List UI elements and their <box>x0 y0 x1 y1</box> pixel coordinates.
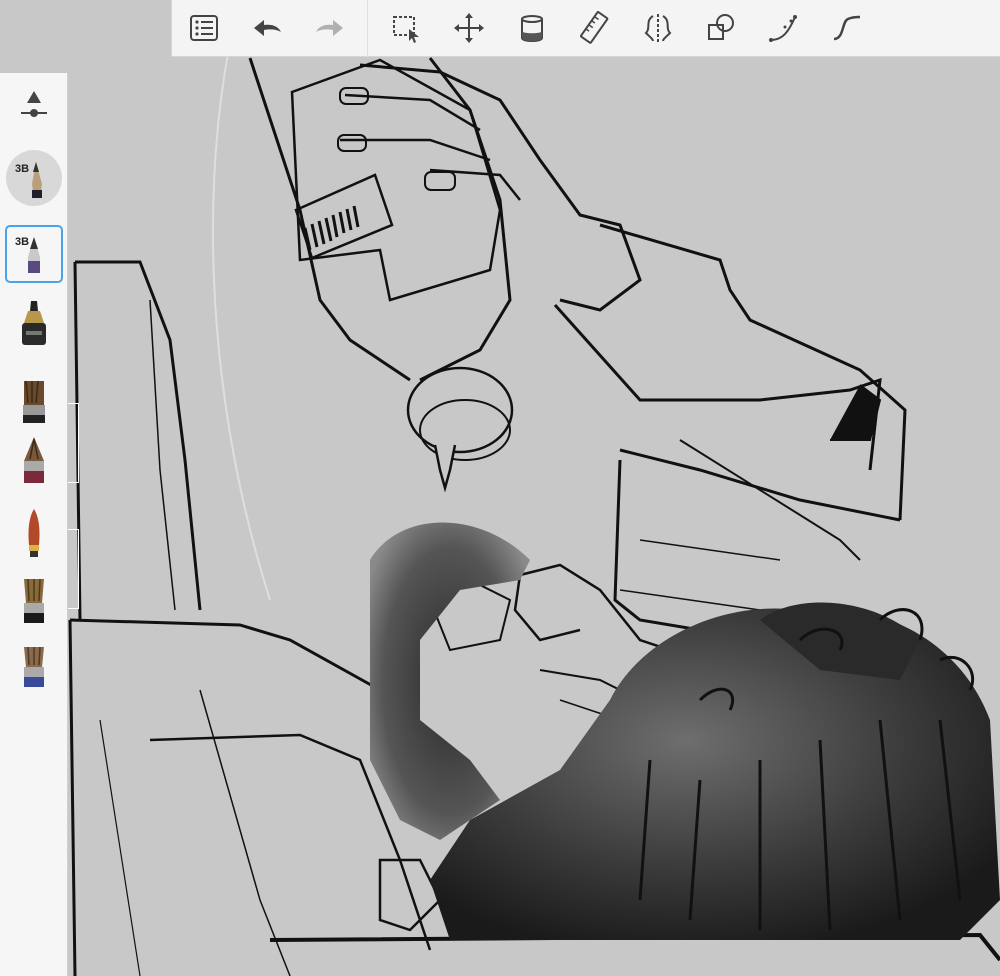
list-icon <box>189 15 218 41</box>
transform-button[interactable] <box>441 0 496 57</box>
sidebar-collapse-handle-bottom[interactable] <box>68 529 79 609</box>
opacity-slider-icon <box>21 91 47 117</box>
sidebar-collapse-handle-top[interactable] <box>68 403 79 483</box>
brush-pencil-3b[interactable]: 3B <box>0 225 68 283</box>
current-brush-indicator[interactable]: 3B <box>0 149 68 207</box>
shapes-button[interactable] <box>693 0 748 57</box>
move-arrows-icon <box>453 13 484 43</box>
redo-arrow-icon <box>315 20 343 36</box>
smudge-brush-icon <box>24 646 44 687</box>
pencil-icon <box>32 162 42 198</box>
marker-icon <box>28 509 40 557</box>
brush-marker[interactable] <box>0 503 68 563</box>
brush-smudge[interactable] <box>0 639 68 695</box>
undo-arrow-icon <box>253 20 281 36</box>
selection-icon <box>392 16 419 43</box>
brush-flat[interactable] <box>0 375 68 427</box>
list-menu-button[interactable] <box>176 0 231 57</box>
airbrush-icon <box>24 578 44 623</box>
stroke-curve-button[interactable] <box>756 0 811 57</box>
brush-size-slider[interactable] <box>0 85 68 125</box>
curve-dots-icon <box>768 15 797 42</box>
ink-pen-icon <box>22 301 46 345</box>
brush-airbrush[interactable] <box>0 573 68 629</box>
shapes-icon <box>707 14 734 40</box>
undo-button[interactable] <box>239 0 294 57</box>
drawing-canvas[interactable] <box>0 0 1000 976</box>
round-brush-icon <box>24 437 44 483</box>
symmetry-icon <box>644 14 671 42</box>
flat-brush-icon <box>23 380 45 423</box>
redo-button[interactable] <box>302 0 357 57</box>
paint-bucket-icon <box>520 15 543 42</box>
symmetry-button[interactable] <box>630 0 685 57</box>
toolbar-divider <box>367 0 368 57</box>
ruler-icon <box>579 11 608 44</box>
s-curve-icon <box>833 15 860 41</box>
pencil-icon <box>28 237 40 273</box>
brush-round[interactable] <box>0 433 68 489</box>
fill-button[interactable] <box>504 0 559 57</box>
ruler-button[interactable] <box>567 0 622 57</box>
brush-sidebar: 3B 3B <box>0 73 68 976</box>
brush-ink-pen[interactable] <box>0 295 68 353</box>
top-toolbar <box>171 0 1000 57</box>
predictive-stroke-button[interactable] <box>819 0 874 57</box>
selection-button[interactable] <box>378 0 433 57</box>
